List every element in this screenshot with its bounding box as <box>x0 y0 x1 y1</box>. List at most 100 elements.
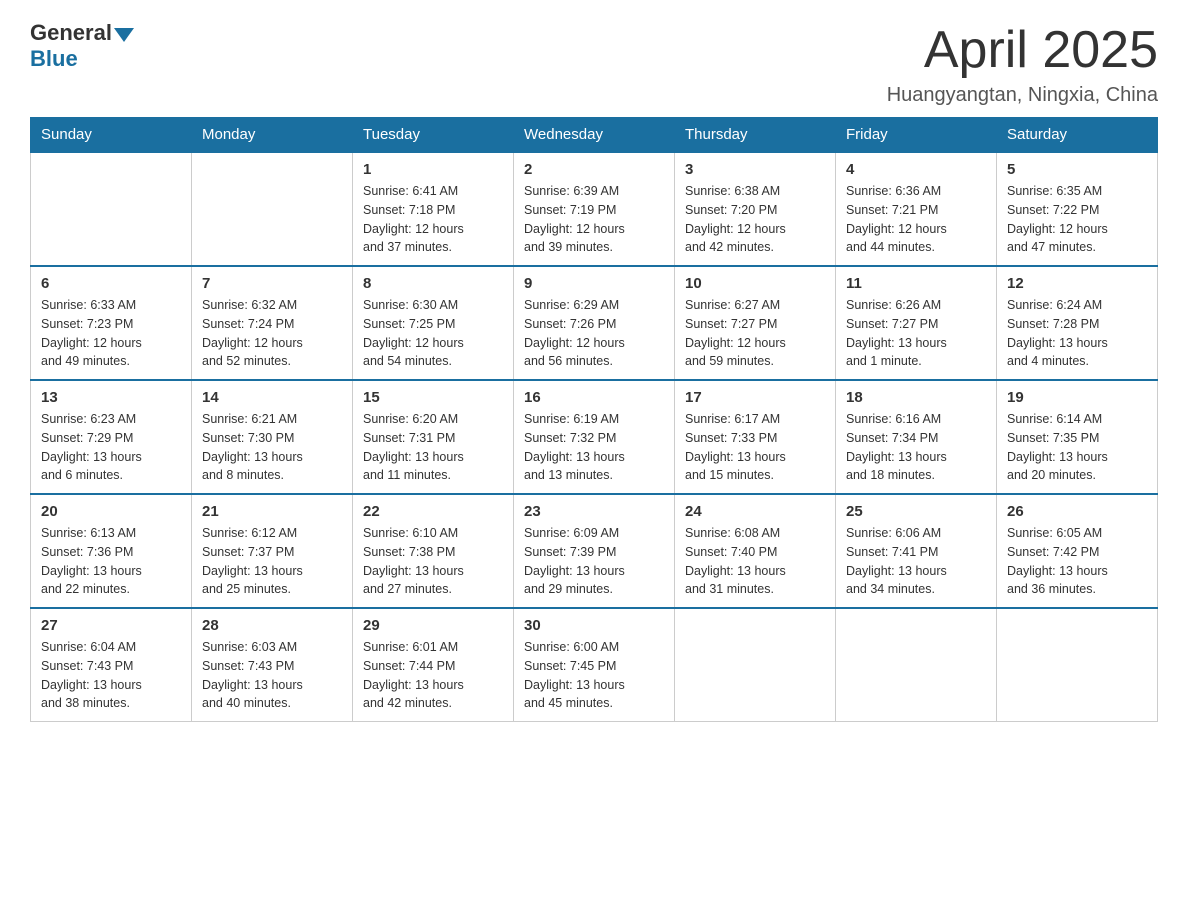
week-row-3: 13Sunrise: 6:23 AM Sunset: 7:29 PM Dayli… <box>31 380 1158 494</box>
calendar-cell: 26Sunrise: 6:05 AM Sunset: 7:42 PM Dayli… <box>997 494 1158 608</box>
calendar-cell <box>836 608 997 722</box>
day-number: 15 <box>363 389 503 406</box>
sun-info: Sunrise: 6:05 AM Sunset: 7:42 PM Dayligh… <box>1007 524 1147 599</box>
logo-general-text: General <box>30 20 112 46</box>
weekday-header-saturday: Saturday <box>997 118 1158 153</box>
sun-info: Sunrise: 6:26 AM Sunset: 7:27 PM Dayligh… <box>846 296 986 371</box>
calendar-cell: 6 Sunrise: 6:33 AM Sunset: 7:23 PM Daylig… <box>31 266 192 380</box>
logo: General Blue <box>30 20 136 72</box>
calendar-cell: 8 Sunrise: 6:30 AM Sunset: 7:25 PM Daylig… <box>353 266 514 380</box>
sun-info: Sunrise: 6:17 AM Sunset: 7:33 PM Dayligh… <box>685 410 825 485</box>
day-number: 13 <box>41 389 181 406</box>
sun-info: Sunrise: 6:13 AM Sunset: 7:36 PM Dayligh… <box>41 524 181 599</box>
sun-info: Sunrise: 6:03 AM Sunset: 7:43 PM Dayligh… <box>202 638 342 713</box>
sun-info: Sunrise: 6:06 AM Sunset: 7:41 PM Dayligh… <box>846 524 986 599</box>
sun-info: Sunrise: 6:01 AM Sunset: 7:44 PM Dayligh… <box>363 638 503 713</box>
day-number: 28 <box>202 617 342 634</box>
calendar-cell: 10 Sunrise: 6:27 AM Sunset: 7:27 PM Dayli… <box>675 266 836 380</box>
day-number: 21 <box>202 503 342 520</box>
sun-info: Sunrise: 6:36 AM Sunset: 7:21 PM Dayligh… <box>846 182 986 257</box>
day-number: 16 <box>524 389 664 406</box>
day-number: 20 <box>41 503 181 520</box>
weekday-header-thursday: Thursday <box>675 118 836 153</box>
sun-info: Sunrise: 6:16 AM Sunset: 7:34 PM Dayligh… <box>846 410 986 485</box>
day-number: 10 <box>685 275 825 292</box>
calendar-cell: 25 Sunrise: 6:06 AM Sunset: 7:41 PM Dayli… <box>836 494 997 608</box>
logo-arrow-icon <box>114 28 134 42</box>
weekday-header-friday: Friday <box>836 118 997 153</box>
day-number: 2 <box>524 161 664 178</box>
weekday-header-sunday: Sunday <box>31 118 192 153</box>
sun-info: Sunrise: 6:35 AM Sunset: 7:22 PM Dayligh… <box>1007 182 1147 257</box>
sun-info: Sunrise: 6:20 AM Sunset: 7:31 PM Dayligh… <box>363 410 503 485</box>
sun-info: Sunrise: 6:21 AM Sunset: 7:30 PM Dayligh… <box>202 410 342 485</box>
calendar-cell: 7 Sunrise: 6:32 AM Sunset: 7:24 PM Daylig… <box>192 266 353 380</box>
sun-info: Sunrise: 6:19 AM Sunset: 7:32 PM Dayligh… <box>524 410 664 485</box>
calendar-cell: 13Sunrise: 6:23 AM Sunset: 7:29 PM Dayli… <box>31 380 192 494</box>
week-row-1: 1Sunrise: 6:41 AM Sunset: 7:18 PM Daylig… <box>31 152 1158 266</box>
calendar-cell: 18 Sunrise: 6:16 AM Sunset: 7:34 PM Dayli… <box>836 380 997 494</box>
weekday-header-tuesday: Tuesday <box>353 118 514 153</box>
day-number: 12 <box>1007 275 1147 292</box>
page-header: General Blue April 2025 Huangyangtan, Ni… <box>30 20 1158 107</box>
sun-info: Sunrise: 6:38 AM Sunset: 7:20 PM Dayligh… <box>685 182 825 257</box>
day-number: 9 <box>524 275 664 292</box>
sun-info: Sunrise: 6:39 AM Sunset: 7:19 PM Dayligh… <box>524 182 664 257</box>
calendar-cell: 5 Sunrise: 6:35 AM Sunset: 7:22 PM Daylig… <box>997 152 1158 266</box>
week-row-4: 20 Sunrise: 6:13 AM Sunset: 7:36 PM Dayli… <box>31 494 1158 608</box>
day-number: 17 <box>685 389 825 406</box>
day-number: 18 <box>846 389 986 406</box>
calendar-cell: 4 Sunrise: 6:36 AM Sunset: 7:21 PM Daylig… <box>836 152 997 266</box>
day-number: 7 <box>202 275 342 292</box>
sun-info: Sunrise: 6:30 AM Sunset: 7:25 PM Dayligh… <box>363 296 503 371</box>
calendar-cell: 11 Sunrise: 6:26 AM Sunset: 7:27 PM Dayli… <box>836 266 997 380</box>
calendar-cell <box>675 608 836 722</box>
sun-info: Sunrise: 6:04 AM Sunset: 7:43 PM Dayligh… <box>41 638 181 713</box>
day-number: 4 <box>846 161 986 178</box>
day-number: 6 <box>41 275 181 292</box>
calendar-cell: 24Sunrise: 6:08 AM Sunset: 7:40 PM Dayli… <box>675 494 836 608</box>
week-row-5: 27Sunrise: 6:04 AM Sunset: 7:43 PM Dayli… <box>31 608 1158 722</box>
day-number: 19 <box>1007 389 1147 406</box>
calendar-cell <box>31 152 192 266</box>
calendar-cell <box>192 152 353 266</box>
calendar-cell: 16 Sunrise: 6:19 AM Sunset: 7:32 PM Dayli… <box>514 380 675 494</box>
sun-info: Sunrise: 6:14 AM Sunset: 7:35 PM Dayligh… <box>1007 410 1147 485</box>
calendar-cell: 22Sunrise: 6:10 AM Sunset: 7:38 PM Dayli… <box>353 494 514 608</box>
day-number: 8 <box>363 275 503 292</box>
weekday-header-monday: Monday <box>192 118 353 153</box>
sun-info: Sunrise: 6:29 AM Sunset: 7:26 PM Dayligh… <box>524 296 664 371</box>
sun-info: Sunrise: 6:10 AM Sunset: 7:38 PM Dayligh… <box>363 524 503 599</box>
calendar-cell <box>997 608 1158 722</box>
calendar-cell: 30Sunrise: 6:00 AM Sunset: 7:45 PM Dayli… <box>514 608 675 722</box>
sun-info: Sunrise: 6:00 AM Sunset: 7:45 PM Dayligh… <box>524 638 664 713</box>
sun-info: Sunrise: 6:09 AM Sunset: 7:39 PM Dayligh… <box>524 524 664 599</box>
calendar-cell: 14 Sunrise: 6:21 AM Sunset: 7:30 PM Dayli… <box>192 380 353 494</box>
title-block: April 2025 Huangyangtan, Ningxia, China <box>887 20 1158 107</box>
logo-blue-text: Blue <box>30 46 78 72</box>
calendar-cell: 2 Sunrise: 6:39 AM Sunset: 7:19 PM Daylig… <box>514 152 675 266</box>
sun-info: Sunrise: 6:33 AM Sunset: 7:23 PM Dayligh… <box>41 296 181 371</box>
day-number: 25 <box>846 503 986 520</box>
calendar-cell: 29Sunrise: 6:01 AM Sunset: 7:44 PM Dayli… <box>353 608 514 722</box>
calendar-cell: 3 Sunrise: 6:38 AM Sunset: 7:20 PM Daylig… <box>675 152 836 266</box>
sun-info: Sunrise: 6:27 AM Sunset: 7:27 PM Dayligh… <box>685 296 825 371</box>
calendar-table: SundayMondayTuesdayWednesdayThursdayFrid… <box>30 117 1158 722</box>
sun-info: Sunrise: 6:41 AM Sunset: 7:18 PM Dayligh… <box>363 182 503 257</box>
calendar-cell: 12 Sunrise: 6:24 AM Sunset: 7:28 PM Dayli… <box>997 266 1158 380</box>
calendar-cell: 27Sunrise: 6:04 AM Sunset: 7:43 PM Dayli… <box>31 608 192 722</box>
day-number: 14 <box>202 389 342 406</box>
weekday-header-wednesday: Wednesday <box>514 118 675 153</box>
sun-info: Sunrise: 6:32 AM Sunset: 7:24 PM Dayligh… <box>202 296 342 371</box>
calendar-cell: 19 Sunrise: 6:14 AM Sunset: 7:35 PM Dayli… <box>997 380 1158 494</box>
day-number: 11 <box>846 275 986 292</box>
location-text: Huangyangtan, Ningxia, China <box>887 84 1158 107</box>
day-number: 5 <box>1007 161 1147 178</box>
calendar-cell: 9 Sunrise: 6:29 AM Sunset: 7:26 PM Daylig… <box>514 266 675 380</box>
day-number: 3 <box>685 161 825 178</box>
calendar-cell: 28 Sunrise: 6:03 AM Sunset: 7:43 PM Dayli… <box>192 608 353 722</box>
sun-info: Sunrise: 6:24 AM Sunset: 7:28 PM Dayligh… <box>1007 296 1147 371</box>
calendar-cell: 21Sunrise: 6:12 AM Sunset: 7:37 PM Dayli… <box>192 494 353 608</box>
sun-info: Sunrise: 6:08 AM Sunset: 7:40 PM Dayligh… <box>685 524 825 599</box>
calendar-cell: 15 Sunrise: 6:20 AM Sunset: 7:31 PM Dayli… <box>353 380 514 494</box>
